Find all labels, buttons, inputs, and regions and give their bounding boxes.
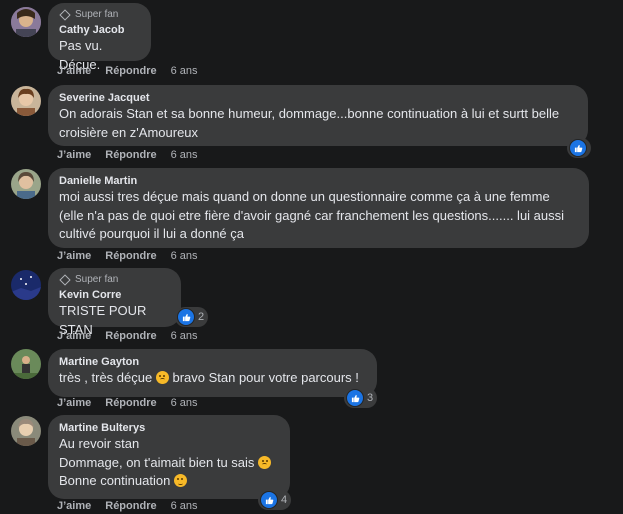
- thumbs-up-icon: [569, 139, 587, 157]
- like-link[interactable]: J’aime: [57, 500, 91, 512]
- comment-time[interactable]: 6 ans: [171, 65, 198, 77]
- like-link[interactable]: J’aime: [57, 397, 91, 409]
- comment-actions: J’aime Répondre 6 ans: [57, 330, 198, 342]
- comment-time[interactable]: 6 ans: [171, 330, 198, 342]
- comment-time[interactable]: 6 ans: [171, 250, 198, 262]
- reply-link[interactable]: Répondre: [105, 330, 156, 342]
- avatar[interactable]: [11, 416, 41, 446]
- comment-time[interactable]: 6 ans: [171, 149, 198, 161]
- reactions-summary[interactable]: 4: [258, 490, 292, 510]
- comment-author[interactable]: Severine Jacquet: [59, 91, 577, 105]
- reactions-summary[interactable]: [567, 138, 591, 158]
- thumbs-up-icon: [346, 389, 364, 407]
- avatar[interactable]: [11, 7, 41, 37]
- comment-text: très , très déçue bravo Stan pour votre …: [59, 370, 359, 385]
- comment-text-line: croisière en z'Amoureux: [59, 124, 199, 140]
- comment-text-line: cultivé pourquoi il lui a donné ça: [59, 226, 245, 241]
- smirk-emoji: [173, 474, 187, 487]
- comment-bubble: Severine Jacquet On adorais Stan et sa b…: [48, 85, 588, 146]
- comment-actions: J’aime Répondre 6 ans: [57, 65, 198, 77]
- super-fan-badge: Super fan: [59, 8, 140, 21]
- avatar[interactable]: [11, 349, 41, 379]
- reaction-count: 3: [367, 392, 374, 404]
- comment-bubble: Martine Gayton très , très déçue bravo S…: [48, 349, 377, 397]
- like-link[interactable]: J’aime: [57, 65, 91, 77]
- reactions-summary[interactable]: 3: [344, 388, 378, 408]
- comment-actions: J’aime Répondre 6 ans: [57, 149, 198, 161]
- comment-text-line: Dommage, on t'aimait bien tu sais: [59, 454, 279, 473]
- comment-text-line: On adorais Stan et sa bonne humeur, domm…: [59, 106, 560, 121]
- reply-link[interactable]: Répondre: [105, 149, 156, 161]
- like-link[interactable]: J’aime: [57, 149, 91, 161]
- reply-link[interactable]: Répondre: [105, 397, 156, 409]
- comment-actions: J’aime Répondre 6 ans: [57, 397, 198, 409]
- comment-author[interactable]: Kevin Corre: [59, 288, 170, 302]
- avatar[interactable]: [11, 86, 41, 116]
- avatar[interactable]: [11, 169, 41, 199]
- comment-time[interactable]: 6 ans: [171, 397, 198, 409]
- reply-link[interactable]: Répondre: [105, 250, 156, 262]
- reply-link[interactable]: Répondre: [105, 65, 156, 77]
- comment-actions: J’aime Répondre 6 ans: [57, 500, 198, 512]
- sad-emoji: [258, 455, 272, 469]
- reaction-count: 2: [198, 311, 205, 323]
- super-fan-badge: Super fan: [59, 273, 170, 286]
- reactions-summary[interactable]: 2: [175, 307, 209, 327]
- diamond-icon: [59, 273, 71, 286]
- thumbs-up-icon: [260, 491, 278, 509]
- comment-bubble: Martine Bulterys Au revoir stan Dommage,…: [48, 415, 290, 499]
- comment-bubble: Super fan Kevin Corre TRISTE POUR STAN: [48, 268, 181, 337]
- comment-bubble: Danielle Martin moi aussi tres déçue mai…: [48, 168, 589, 248]
- thumbs-up-icon: [177, 308, 195, 326]
- comment-text-line: moi aussi tres déçue mais quand on donne…: [59, 189, 550, 204]
- comment-time[interactable]: 6 ans: [171, 500, 198, 512]
- comment-text-line: Bonne continuation: [59, 472, 279, 491]
- like-link[interactable]: J’aime: [57, 330, 91, 342]
- like-link[interactable]: J’aime: [57, 250, 91, 262]
- comment-author[interactable]: Danielle Martin: [59, 174, 578, 188]
- comment-author[interactable]: Martine Gayton: [59, 355, 366, 369]
- comment-bubble: Super fan Cathy Jacob Pas vu. Déçue.: [48, 3, 151, 72]
- comment-actions: J’aime Répondre 6 ans: [57, 250, 198, 262]
- diamond-icon: [59, 8, 71, 21]
- comment-author[interactable]: Martine Bulterys: [59, 421, 279, 435]
- comment-text-line: (elle n'a pas de quoi etre fière d'avoir…: [59, 207, 565, 223]
- reply-link[interactable]: Répondre: [105, 500, 156, 512]
- comment-text-line: Au revoir stan: [59, 436, 140, 451]
- sad-emoji: [155, 371, 169, 384]
- reaction-count: 4: [281, 494, 288, 506]
- avatar[interactable]: [11, 270, 41, 300]
- comment-author[interactable]: Cathy Jacob: [59, 23, 140, 37]
